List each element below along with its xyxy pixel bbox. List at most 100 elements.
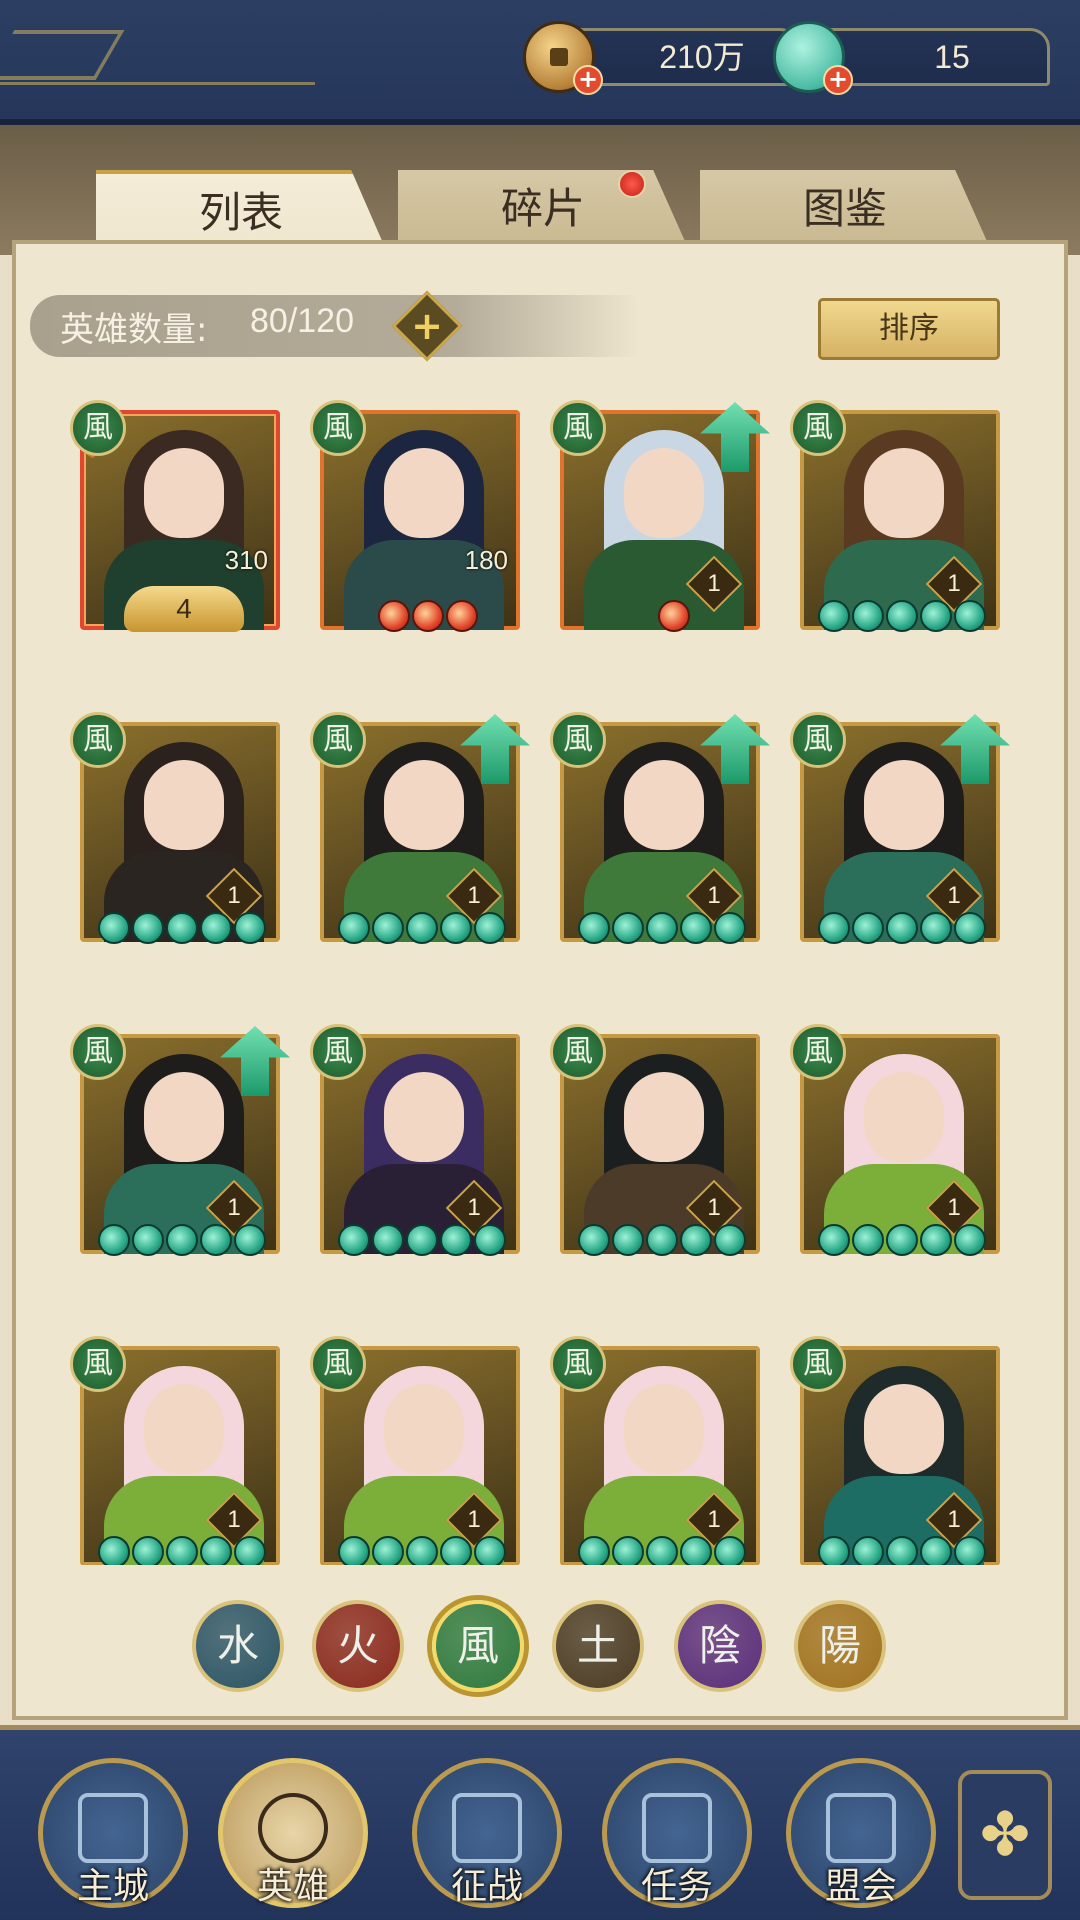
star-orb-icon	[378, 600, 410, 632]
hero-card[interactable]: 風1	[70, 1336, 280, 1565]
star-orb-icon	[98, 912, 130, 944]
hero-card[interactable]: 風1	[310, 1024, 520, 1256]
star-orb-icon	[920, 1224, 952, 1256]
hero-level-value: 1	[947, 882, 961, 909]
star-orb-icon	[132, 1536, 164, 1565]
hero-card[interactable]: 風1	[790, 712, 1010, 944]
nav-main-city[interactable]: 主城	[38, 1758, 188, 1908]
nav-battle[interactable]: 征战	[412, 1758, 562, 1908]
star-orb-icon	[372, 1536, 404, 1565]
star-orb-icon	[406, 912, 438, 944]
bottom-navigation: 主城 英雄 征战 任务 盟会 ✤	[0, 1725, 1080, 1920]
wind-element-badge: 風	[70, 400, 126, 456]
star-rating	[338, 600, 528, 632]
star-orb-icon	[886, 912, 918, 944]
hero-level-value: 1	[947, 1506, 961, 1533]
star-rating	[98, 912, 288, 944]
nav-alliance[interactable]: 盟会	[786, 1758, 936, 1908]
star-orb-icon	[234, 1224, 266, 1256]
star-orb-icon	[612, 1536, 644, 1565]
element-filter[interactable]: 水	[192, 1600, 284, 1692]
wind-element-badge: 風	[550, 1024, 606, 1080]
wind-element-badge: 風	[70, 1024, 126, 1080]
hero-level-value: 1	[467, 882, 481, 909]
star-rating	[578, 912, 768, 944]
hero-count-label: 英雄数量:	[60, 310, 208, 350]
star-rating	[338, 1224, 528, 1256]
star-rating	[578, 600, 768, 632]
hero-card[interactable]: 風1	[310, 712, 530, 944]
hero-card[interactable]: 風 310 4	[70, 400, 280, 632]
hero-card[interactable]: 風1	[550, 1336, 760, 1565]
nav-label: 主城	[76, 1866, 149, 1907]
hero-avatar-icon	[258, 1793, 328, 1863]
awakening-crest: 4	[124, 586, 244, 632]
star-rating	[818, 912, 1008, 944]
star-orb-icon	[714, 912, 746, 944]
star-orb-icon	[658, 600, 690, 632]
hero-card[interactable]: 風1	[790, 1024, 1000, 1256]
star-orb-icon	[886, 1224, 918, 1256]
nav-tasks[interactable]: 任务	[602, 1758, 752, 1908]
wind-element-badge: 風	[790, 712, 846, 768]
star-orb-icon	[166, 912, 198, 944]
star-orb-icon	[406, 1224, 438, 1256]
star-orb-icon	[680, 1224, 712, 1256]
sort-button[interactable]: 排序	[818, 298, 1000, 360]
scroll-icon	[642, 1793, 712, 1863]
star-rating	[338, 1536, 528, 1565]
divider	[0, 82, 315, 85]
star-orb-icon	[234, 1536, 266, 1565]
drum-icon	[452, 1793, 522, 1863]
nav-heroes[interactable]: 英雄	[218, 1758, 368, 1908]
star-orb-icon	[440, 1536, 472, 1565]
hero-card[interactable]: 風1	[70, 712, 280, 944]
notification-dot-icon	[618, 170, 646, 198]
coin-amount: 210万	[659, 39, 745, 75]
nav-label: 征战	[450, 1866, 523, 1907]
star-orb-icon	[474, 1536, 506, 1565]
hero-card[interactable]: 風1	[70, 1024, 290, 1256]
element-filter[interactable]: 土	[552, 1600, 644, 1692]
tab-list[interactable]: 列表	[96, 170, 386, 250]
hero-card[interactable]: 風1	[550, 712, 770, 944]
wind-element-badge: 風	[310, 712, 366, 768]
star-rating	[338, 912, 528, 944]
hero-card[interactable]: 風1	[550, 1024, 760, 1256]
element-filter[interactable]: 陽	[794, 1600, 886, 1692]
hero-card[interactable]: 風1	[790, 400, 1000, 632]
hero-card[interactable]: 風1	[310, 1336, 520, 1565]
hero-level: 180	[464, 545, 508, 575]
menu-button[interactable]: ✤	[958, 1770, 1052, 1900]
hero-card[interactable]: 風1	[550, 400, 770, 632]
star-orb-icon	[234, 912, 266, 944]
hero-level-value: 1	[467, 1194, 481, 1221]
star-orb-icon	[714, 1224, 746, 1256]
star-orb-icon	[166, 1224, 198, 1256]
star-orb-icon	[578, 1224, 610, 1256]
tab-codex[interactable]: 图鉴	[700, 170, 990, 248]
element-filter[interactable]: 風	[432, 1600, 524, 1692]
add-coins-icon[interactable]: +	[573, 65, 603, 95]
star-orb-icon	[714, 1536, 746, 1565]
hero-level-value: 1	[227, 882, 241, 909]
element-filter[interactable]: 火	[312, 1600, 404, 1692]
star-orb-icon	[166, 1536, 198, 1565]
shell-resource[interactable]: + 15	[773, 21, 1050, 95]
star-orb-icon	[98, 1224, 130, 1256]
hero-card[interactable]: 風1	[790, 1336, 1000, 1565]
star-orb-icon	[200, 1224, 232, 1256]
star-orb-icon	[578, 912, 610, 944]
coin-resource[interactable]: + 210万	[523, 21, 800, 95]
element-filter[interactable]: 陰	[674, 1600, 766, 1692]
hero-card[interactable]: 風 180	[310, 400, 520, 632]
hero-level-value: 1	[707, 1506, 721, 1533]
star-orb-icon	[646, 912, 678, 944]
nav-label: 任务	[640, 1866, 713, 1907]
wind-element-badge: 風	[790, 400, 846, 456]
wind-element-badge: 風	[70, 1336, 126, 1392]
wind-element-badge: 風	[310, 400, 366, 456]
plus-icon: +	[411, 304, 443, 348]
hero-level-value: 1	[707, 1194, 721, 1221]
add-shells-icon[interactable]: +	[823, 65, 853, 95]
